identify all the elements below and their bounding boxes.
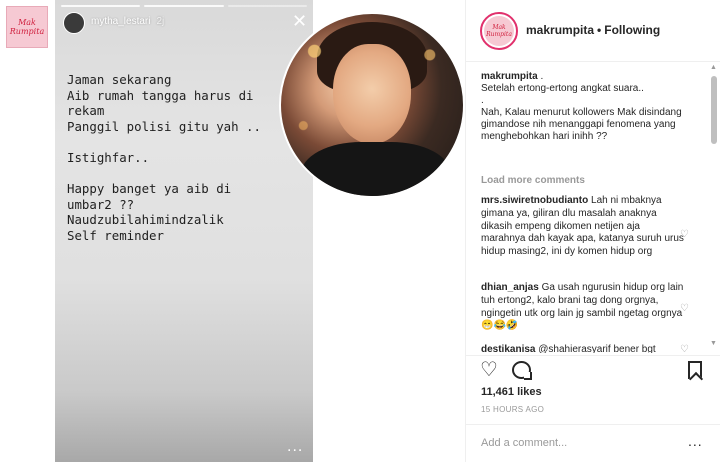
story-time-ago: 2j xyxy=(156,16,165,27)
caption-line: Setelah ertong-ertong angkat suara.. xyxy=(481,83,644,94)
logo-line1: Mak xyxy=(18,18,36,27)
comment-username[interactable]: dhian_anjas xyxy=(481,282,539,293)
logo-line2: Rumpita xyxy=(9,27,45,36)
caption-after-username: . xyxy=(537,71,544,82)
account-name-link[interactable]: makrumpita xyxy=(526,23,594,37)
comment-like-heart-icon[interactable]: ♡ xyxy=(680,344,689,353)
avatar-text-line1: Mak xyxy=(492,24,506,31)
scroll-down-arrow-icon[interactable]: ▼ xyxy=(710,340,717,347)
account-avatar-inner: Mak Rumpita xyxy=(484,16,514,46)
comment-like-heart-icon[interactable]: ♡ xyxy=(680,229,689,240)
story-progress-bar xyxy=(61,5,307,7)
makrumpita-logo-thumbnail[interactable]: Mak Rumpita xyxy=(6,6,48,48)
instagram-post-viewer: Mak Rumpita mytha_lestari2j ✕ Jaman seka… xyxy=(0,0,720,462)
story-username: mytha_lestari xyxy=(91,16,151,27)
avatar-text-line2: Rumpita xyxy=(486,31,512,38)
add-comment-bar: Add a comment... ... xyxy=(466,424,720,462)
profile-photo-inset xyxy=(279,12,465,198)
comment-item: mrs.siwiretnobudianto Lah ni mbaknya gim… xyxy=(481,195,686,259)
caption-line: . xyxy=(481,95,484,106)
comment-item: destikanisa @shahierasyarif bener bgt xyxy=(481,344,686,353)
comment-item: dhian_anjas Ga usah ngurusin hidup org l… xyxy=(481,282,686,333)
comment-text: @shahierasyarif bener bgt xyxy=(538,344,656,353)
left-strip: Mak Rumpita xyxy=(0,0,55,462)
post-header: Mak Rumpita makrumpita • Following xyxy=(466,0,720,62)
more-icon: ... xyxy=(287,438,304,455)
header-separator: • xyxy=(597,23,602,37)
post-caption: makrumpita . Setelah ertong-ertong angka… xyxy=(481,71,701,143)
post-side-panel: Mak Rumpita makrumpita • Following makrump… xyxy=(465,0,720,462)
scroll-up-arrow-icon[interactable]: ▲ xyxy=(710,64,717,71)
scrollbar-thumb[interactable] xyxy=(711,76,717,144)
post-action-bar: ♡ xyxy=(466,355,720,385)
story-text: Jaman sekarang Aib rumah tangga harus di… xyxy=(67,72,261,243)
story-username-line: mytha_lestari 2j xyxy=(91,16,164,27)
progress-segment xyxy=(61,5,141,7)
header-account-line: makrumpita • Following xyxy=(526,23,660,37)
account-avatar[interactable]: Mak Rumpita xyxy=(480,12,518,50)
story-avatar xyxy=(63,12,85,34)
comments-scrollbar[interactable]: ▲ ▼ xyxy=(710,64,718,352)
add-comment-input[interactable]: Add a comment... xyxy=(481,437,567,449)
following-button[interactable]: Following xyxy=(604,23,660,37)
photo-bokeh-lights xyxy=(281,14,463,196)
comment-bubble-icon[interactable] xyxy=(512,361,531,379)
load-more-comments-link[interactable]: Load more comments xyxy=(481,175,585,186)
caption-username[interactable]: makrumpita xyxy=(481,71,538,82)
comment-like-heart-icon[interactable]: ♡ xyxy=(680,303,689,314)
caption-line: Nah, Kalau menurut kollowers Mak disinda… xyxy=(481,107,682,142)
post-timestamp: 15 HOURS AGO xyxy=(481,405,545,414)
more-options-icon[interactable]: ... xyxy=(688,433,703,449)
story-screenshot: mytha_lestari2j ✕ Jaman sekarang Aib rum… xyxy=(55,0,313,462)
bookmark-save-icon[interactable] xyxy=(688,361,702,379)
progress-segment xyxy=(144,5,224,7)
likes-count[interactable]: 11,461 likes xyxy=(481,386,542,398)
comments-list[interactable]: makrumpita . Setelah ertong-ertong angka… xyxy=(466,63,720,353)
like-heart-icon[interactable]: ♡ xyxy=(480,360,498,380)
comment-username[interactable]: mrs.siwiretnobudianto xyxy=(481,195,588,206)
progress-segment xyxy=(227,5,307,7)
comment-username[interactable]: destikanisa xyxy=(481,344,535,353)
